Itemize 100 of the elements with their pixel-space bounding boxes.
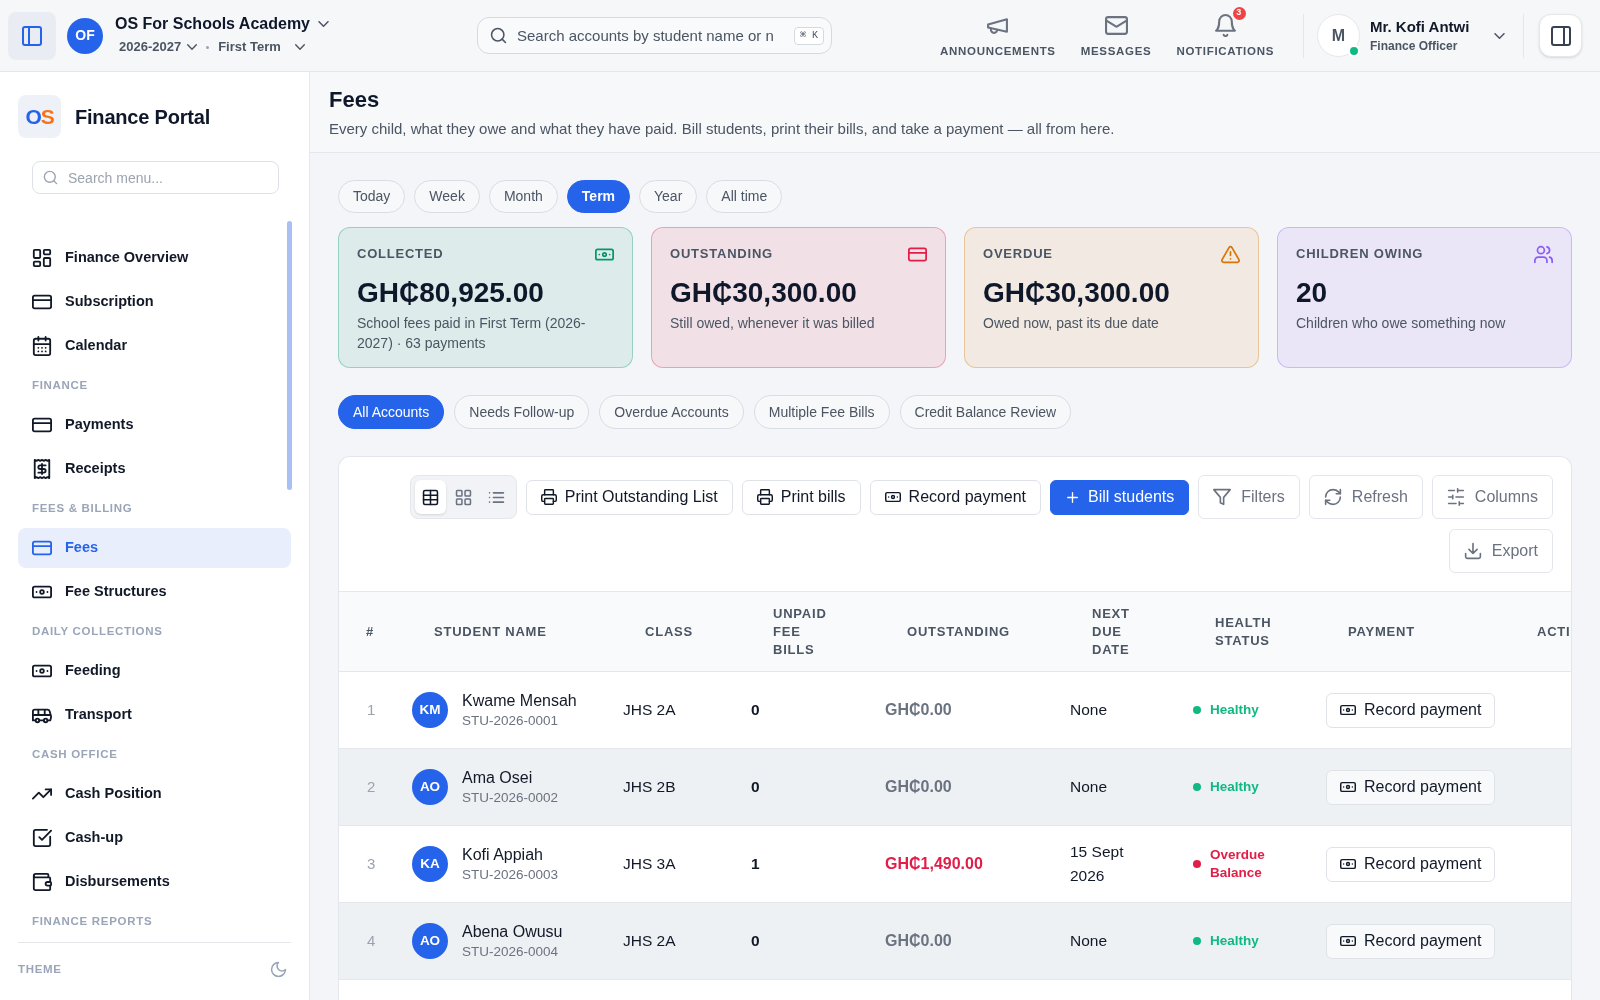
receipt-icon: [32, 459, 52, 479]
period-tab[interactable]: Today: [338, 180, 406, 213]
student-name: Kwame Mensah: [462, 690, 577, 711]
credit-card-icon: [32, 538, 52, 558]
student-id: STU-2026-0004: [462, 942, 560, 961]
toolbar-button[interactable]: Export: [1448, 529, 1553, 573]
student-id: STU-2026-0002: [462, 788, 559, 807]
filter-tab[interactable]: All Accounts: [338, 395, 445, 429]
record-payment-button[interactable]: Record payment: [1326, 769, 1496, 805]
menu-item[interactable]: Fee Structures: [18, 572, 291, 612]
menu-item[interactable]: Payments: [18, 405, 291, 445]
record-payment-button[interactable]: Record payment: [1326, 846, 1496, 882]
sidebar-toggle[interactable]: [8, 11, 56, 60]
theme-toggle[interactable]: [270, 961, 287, 978]
printer-icon: [540, 489, 557, 505]
user-name: Mr. Kofi Antwi: [1370, 17, 1471, 36]
column-header: UNPAID FEE BILLS: [773, 604, 828, 659]
banknote-icon: [1340, 779, 1356, 795]
toolbar-button[interactable]: Bill students: [1050, 479, 1190, 515]
row-number: 1: [367, 701, 376, 718]
student-id: STU-2026-0003: [462, 865, 559, 884]
menu-item[interactable]: Transport: [18, 695, 291, 735]
period-tab[interactable]: Month: [488, 180, 558, 213]
menu-item[interactable]: Finance Overview: [18, 238, 291, 278]
menu-item[interactable]: Disbursements: [18, 862, 291, 902]
moon-icon: [270, 961, 287, 978]
health-status: Healthy: [1210, 778, 1259, 796]
panel-left-icon: [21, 24, 43, 47]
column-header: HEALTH STATUS: [1215, 613, 1273, 650]
menu-item[interactable]: Feeding: [18, 651, 291, 691]
student-id: STU-2026-0001: [462, 711, 560, 730]
user-role: Finance Officer: [1370, 38, 1459, 54]
toolbar-button[interactable]: Filters: [1198, 475, 1300, 519]
table-icon: [421, 488, 439, 506]
stat-label: COLLECTED: [357, 245, 444, 263]
toolbar-button[interactable]: Print Outstanding List: [525, 479, 733, 515]
menu-item[interactable]: Receipts: [18, 449, 291, 489]
grid-icon: [454, 488, 472, 506]
scrollbar-thumb[interactable]: [287, 221, 292, 490]
nav-item[interactable]: ANNOUNCEMENTS: [940, 13, 1056, 58]
view-option[interactable]: [414, 480, 446, 514]
menu-section-heading: FEES & BILLING: [32, 500, 134, 516]
term-select[interactable]: First Term: [218, 37, 305, 57]
stat-label: OVERDUE: [983, 245, 1053, 263]
credit-card-icon: [32, 292, 52, 312]
menu-section-heading: DAILY COLLECTIONS: [32, 623, 164, 639]
menu-item[interactable]: Cash Position: [18, 774, 291, 814]
menu-item[interactable]: Fees: [18, 528, 291, 568]
table-cell: JHS 3A: [623, 855, 676, 872]
filter-tab[interactable]: Overdue Accounts: [599, 395, 744, 429]
student-name: Abena Owusu: [462, 921, 563, 942]
period-tab[interactable]: All time: [706, 180, 783, 213]
record-payment-button[interactable]: Record payment: [1326, 692, 1496, 728]
stat-value: GH₵30,300.00: [670, 276, 858, 310]
filter-tab[interactable]: Credit Balance Review: [899, 395, 1072, 429]
period-tab[interactable]: Year: [639, 180, 698, 213]
student-avatar: KA: [412, 846, 448, 882]
menu-item[interactable]: Cash-up: [18, 818, 291, 858]
table-cell-text: None: [1070, 700, 1109, 720]
menu-section-heading: CASH OFFICE: [32, 746, 119, 762]
period-tab[interactable]: Week: [414, 180, 480, 213]
period-tab[interactable]: Term: [566, 180, 631, 213]
stat-note: Still owed, whenever it was billed: [670, 314, 876, 333]
bell-icon: [1213, 13, 1237, 37]
panel-toggle[interactable]: [1539, 14, 1582, 57]
printer-icon: [756, 489, 773, 505]
column-header: #: [366, 622, 375, 641]
school-switcher[interactable]: OS For Schools Academy: [115, 14, 329, 35]
menu-search-field[interactable]: Search menu...: [32, 161, 279, 194]
banknote-icon: [884, 489, 901, 505]
year-select[interactable]: 2026-2027: [119, 37, 198, 57]
toolbar-button[interactable]: Columns: [1431, 475, 1553, 519]
credit-card-icon: [32, 415, 52, 435]
menu-item[interactable]: Subscription: [18, 282, 291, 322]
toolbar-button[interactable]: Record payment: [869, 479, 1041, 515]
chevron-down-icon: [294, 44, 305, 50]
table-cell-text: 15 Sept 2026: [1070, 842, 1125, 886]
checkbox-icon: [32, 828, 52, 848]
row-number: 4: [367, 932, 376, 949]
menu-item[interactable]: Calendar: [18, 326, 291, 366]
table-cell-text: None: [1070, 931, 1109, 951]
panel-right-icon: [1549, 24, 1572, 47]
toolbar-button[interactable]: Refresh: [1308, 475, 1423, 519]
health-status: Healthy: [1210, 701, 1259, 719]
chevron-down-icon: [318, 21, 329, 28]
user-avatar[interactable]: M: [1317, 14, 1360, 57]
search-icon: [490, 27, 507, 44]
table-cell: GH₵1,490.00: [885, 855, 983, 872]
column-header: STUDENT NAME: [434, 622, 548, 641]
shortcut-hint: ⌘ K: [793, 27, 824, 45]
school-avatar: OF: [67, 17, 103, 54]
envelope-icon: [1104, 13, 1128, 37]
nav-item[interactable]: MESSAGES: [1080, 13, 1152, 58]
portal-title: Finance Portal: [75, 104, 210, 130]
record-payment-button[interactable]: Record payment: [1326, 923, 1496, 959]
filter-tab[interactable]: Multiple Fee Bills: [753, 395, 890, 429]
download-icon: [1463, 542, 1482, 560]
toolbar-button[interactable]: Print bills: [741, 479, 861, 515]
filter-tab[interactable]: Needs Follow-up: [454, 395, 590, 429]
student-name: Kofi Appiah: [462, 844, 544, 865]
